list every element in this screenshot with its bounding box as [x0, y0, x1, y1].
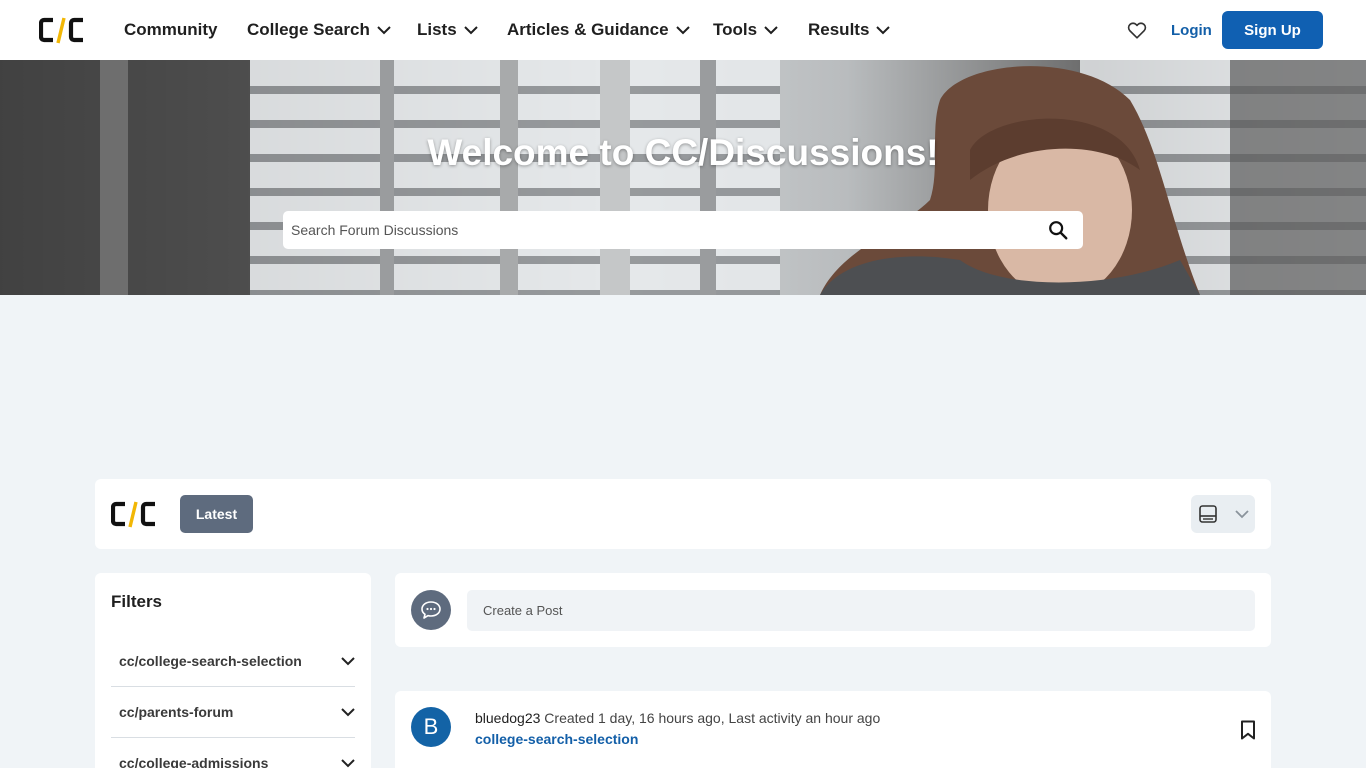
post-meta: bluedog23 Created 1 day, 16 hours ago, L… [475, 710, 880, 726]
nav-lists-label: Lists [417, 20, 457, 39]
filter-item[interactable]: cc/parents-forum [111, 687, 355, 738]
filter-item-label: cc/parents-forum [119, 704, 234, 720]
filter-item[interactable]: cc/college-search-selection [111, 636, 355, 687]
chevron-down-icon [1235, 509, 1249, 518]
heart-icon[interactable] [1126, 19, 1148, 41]
view-mode-dropdown[interactable] [1191, 495, 1255, 533]
nav-results[interactable]: Results [808, 0, 891, 60]
bookmark-icon[interactable] [1240, 720, 1256, 740]
avatar[interactable]: B [411, 707, 451, 747]
nav-articles-guidance[interactable]: Articles & Guidance [507, 0, 690, 60]
chevron-down-icon [341, 656, 355, 665]
search-icon[interactable] [1047, 219, 1069, 241]
hero-banner: Welcome to CC/Discussions! [0, 60, 1366, 295]
nav-results-label: Results [808, 20, 870, 39]
nav-community-label: Community [124, 20, 218, 39]
chevron-down-icon [675, 25, 690, 35]
cc-logo[interactable] [39, 16, 85, 44]
chat-bubble-icon [411, 590, 451, 630]
post-category-link[interactable]: college-search-selection [475, 731, 638, 747]
chevron-down-icon [876, 25, 891, 35]
nav-college-search[interactable]: College Search [247, 0, 391, 60]
chevron-down-icon [463, 25, 478, 35]
discussion-post: B bluedog23 Created 1 day, 16 hours ago,… [395, 691, 1271, 768]
filter-item-label: cc/college-admissions [119, 755, 269, 768]
chevron-down-icon [764, 25, 778, 35]
login-link[interactable]: Login [1171, 0, 1212, 60]
post-author[interactable]: bluedog23 [475, 710, 540, 726]
page-title: Welcome to CC/Discussions! [427, 132, 939, 173]
post-timestamps: Created 1 day, 16 hours ago, Last activi… [544, 710, 881, 726]
nav-lists[interactable]: Lists [417, 0, 478, 60]
hero-background-photo [0, 60, 1366, 295]
create-post-card: Create a Post [395, 573, 1271, 647]
nav-articles-guidance-label: Articles & Guidance [507, 20, 669, 39]
create-post-input[interactable]: Create a Post [467, 590, 1255, 631]
cc-logo [111, 501, 155, 528]
nav-tools-label: Tools [713, 20, 758, 39]
card-view-icon [1199, 505, 1217, 523]
nav-college-search-label: College Search [247, 20, 370, 39]
nav-tools[interactable]: Tools [713, 0, 778, 60]
forum-search-bar [283, 211, 1083, 249]
chevron-down-icon [341, 707, 355, 716]
feed-toolbar [95, 479, 1271, 549]
top-navigation: Community College Search Lists Articles … [0, 0, 1366, 60]
latest-tab-button[interactable]: Latest [180, 495, 253, 533]
filter-item-label: cc/college-search-selection [119, 653, 302, 669]
chevron-down-icon [341, 758, 355, 767]
search-input[interactable] [283, 211, 1047, 249]
chevron-down-icon [377, 25, 391, 35]
nav-community[interactable]: Community [124, 0, 218, 60]
filter-item[interactable]: cc/college-admissions [111, 738, 355, 768]
signup-button[interactable]: Sign Up [1222, 11, 1323, 49]
filters-title: Filters [111, 592, 163, 611]
filters-panel: Filters cc/college-search-selection cc/p… [95, 573, 371, 768]
